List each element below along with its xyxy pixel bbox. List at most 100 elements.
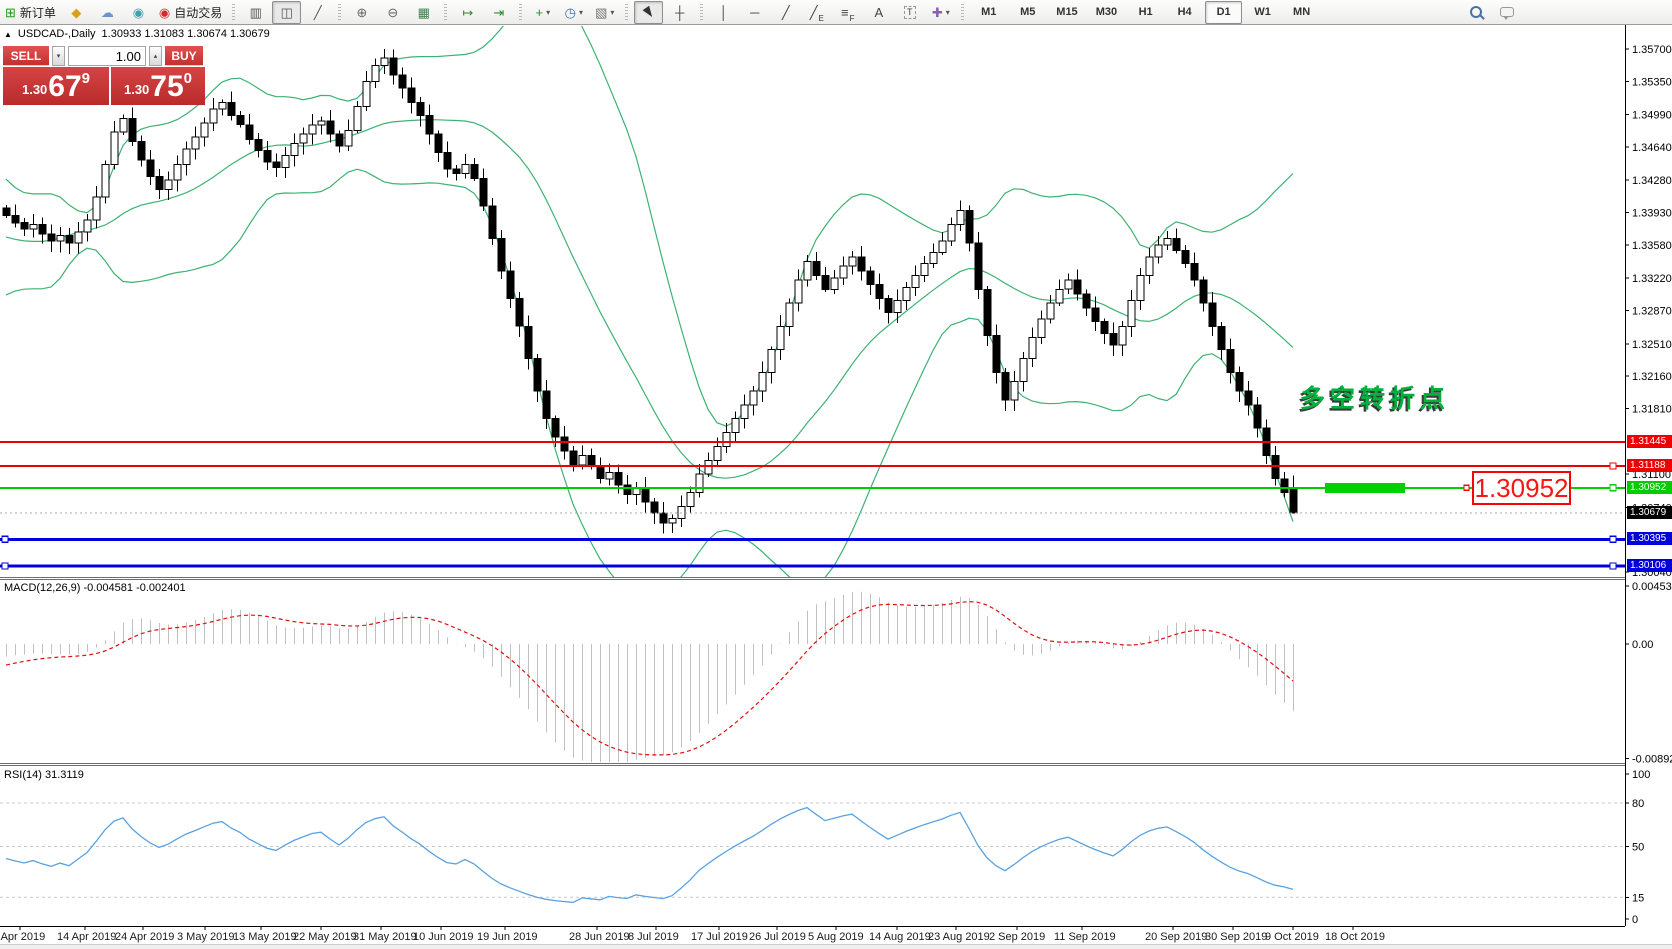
annotation-price-label[interactable]: 1.30952 [1472,471,1571,505]
indicators-icon: + [535,6,543,19]
sell-button[interactable]: SELL [3,46,49,66]
time-tick-label: 13 May 2019 [233,931,297,943]
price-tick-label: 1.32160 [1632,371,1672,383]
indicators-button[interactable]: +▾ [528,1,557,24]
timeframe-m1[interactable]: M1 [970,1,1007,24]
hline-handle[interactable] [2,536,8,542]
toolbar-grip[interactable] [519,4,522,20]
shift-icon: ⇥ [493,6,504,19]
hline-handle[interactable] [2,563,8,569]
toolbar-grip[interactable] [444,4,447,20]
timeframe-m15[interactable]: M15 [1048,1,1085,24]
dropdown-caret-icon[interactable]: ▾ [546,8,550,17]
hline-handle[interactable] [1610,463,1616,469]
zoom-out-button[interactable]: ⊖ [378,1,407,24]
toolbar-grip[interactable] [625,4,628,20]
arrows-button[interactable]: ✚▾ [926,1,955,24]
time-axis-labels: 4 Apr 201914 Apr 201924 Apr 20193 May 20… [0,931,1385,943]
hline-handle[interactable] [1610,485,1616,491]
candles [3,49,1297,534]
callout-anchor-handle[interactable] [1464,485,1469,490]
community-button[interactable]: ☁ [93,1,122,24]
dropdown-caret-icon[interactable]: ▾ [579,8,583,17]
volume-input[interactable] [68,46,146,66]
price-tick-label: 1.34640 [1632,142,1672,154]
zoom-in-button[interactable]: ⊕ [347,1,376,24]
timeframe-m5[interactable]: M5 [1009,1,1046,24]
sell-price-display[interactable]: 1.30 67 9 [3,67,111,105]
search-button[interactable] [1461,1,1490,24]
templates-button[interactable]: ▧▾ [590,1,619,24]
label-icon: T [904,6,916,19]
signals-button[interactable]: ◉ [124,1,153,24]
rsi-tick-label: 80 [1632,798,1644,810]
toolbar-grip[interactable] [232,4,235,20]
clock-icon: ◷ [565,6,576,19]
time-tick-label: 3 May 2019 [177,931,234,943]
new-order-button-label: 新订单 [20,4,56,21]
hline-handle[interactable] [1610,563,1616,569]
line-chart-button[interactable]: ╱ [303,1,332,24]
timeframe-w1[interactable]: W1 [1244,1,1281,24]
cloud-icon: ☁ [101,6,114,19]
hline-handle[interactable] [1610,536,1616,542]
chat-button[interactable] [1492,1,1521,24]
timeframe-h4[interactable]: H4 [1166,1,1203,24]
tile-icon: ▦ [418,6,430,19]
trend-segment[interactable] [1325,483,1405,493]
auto-scroll-button[interactable]: ↦ [453,1,482,24]
symbol-expander-icon[interactable]: ▲ [4,30,12,39]
hline-icon: ─ [750,6,759,19]
horizontal-line-button[interactable]: ─ [740,1,769,24]
chart-shift-button[interactable]: ⇥ [484,1,513,24]
timeframe-h1[interactable]: H1 [1127,1,1164,24]
candlestick-chart-button[interactable]: ◫ [272,1,301,24]
rsi-axis-labels: 1008050150 [1625,769,1650,926]
annotation-turning-point[interactable]: 多空转折点 [1300,379,1450,415]
volume-decrease-button[interactable]: ▾ [52,46,65,66]
fibonacci-button[interactable]: ≡F [833,1,862,24]
price-tag-1.30952: 1.30952 [1627,481,1672,494]
toolbar-grip[interactable] [700,4,703,20]
price-tick-label: 1.33580 [1632,240,1672,252]
bars-icon: ▥ [250,6,262,19]
toolbar-grip[interactable] [961,4,964,20]
text-label-button[interactable]: T [895,1,924,24]
one-click-trading-panel: SELL ▾ ▴ BUY 1.30 67 9 1.30 75 0 [3,46,205,105]
buy-price-display[interactable]: 1.30 75 0 [111,67,205,105]
equidistant-channel-button[interactable]: ╱E [802,1,831,24]
time-tick-label: 11 Sep 2019 [1054,931,1116,943]
price-tick-label: 1.32870 [1632,306,1672,318]
timeframe-mn[interactable]: MN [1283,1,1320,24]
fibo-icon: ≡ [841,6,849,19]
metaeditor-button[interactable]: ◆ [62,1,91,24]
toolbar: ⊞新订单◆☁◉◉自动交易▥◫╱⊕⊖▦↦⇥+▾◷▾▧▾┼│─╱╱E≡FAT✚▾M1… [0,0,1672,25]
timeframe-d1[interactable]: D1 [1205,1,1242,24]
vertical-line-button[interactable]: │ [709,1,738,24]
trendline-button[interactable]: ╱ [771,1,800,24]
new-order-button[interactable]: ⊞新订单 [1,1,60,24]
macd-tick-label: -0.008928 [1632,753,1672,765]
toolbar-grip[interactable] [338,4,341,20]
timeframe-m30[interactable]: M30 [1088,1,1125,24]
bar-chart-button[interactable]: ▥ [241,1,270,24]
autotrading-button[interactable]: ◉自动交易 [155,1,226,24]
template-icon: ▧ [595,6,607,19]
mt4-window: ⊞新订单◆☁◉◉自动交易▥◫╱⊕⊖▦↦⇥+▾◷▾▧▾┼│─╱╱E≡FAT✚▾M1… [0,0,1672,949]
volume-increase-button[interactable]: ▴ [149,46,162,66]
time-tick-label: 8 Jul 2019 [628,931,679,943]
periods-button[interactable]: ◷▾ [559,1,588,24]
quote-prices-row: 1.30 67 9 1.30 75 0 [3,67,205,105]
chat-icon [1500,7,1514,17]
crosshair-button[interactable]: ┼ [665,1,694,24]
tile-windows-button[interactable]: ▦ [409,1,438,24]
buy-button[interactable]: BUY [165,46,203,66]
dropdown-caret-icon[interactable]: ▾ [610,8,614,17]
time-tick-label: 14 Aug 2019 [869,931,931,943]
time-tick-label: 17 Jul 2019 [691,931,748,943]
horizontal-lines [0,442,1625,569]
rsi-plot [0,803,1625,902]
text-button[interactable]: A [864,1,893,24]
cursor-button[interactable] [634,1,663,24]
dropdown-caret-icon[interactable]: ▾ [946,8,950,17]
